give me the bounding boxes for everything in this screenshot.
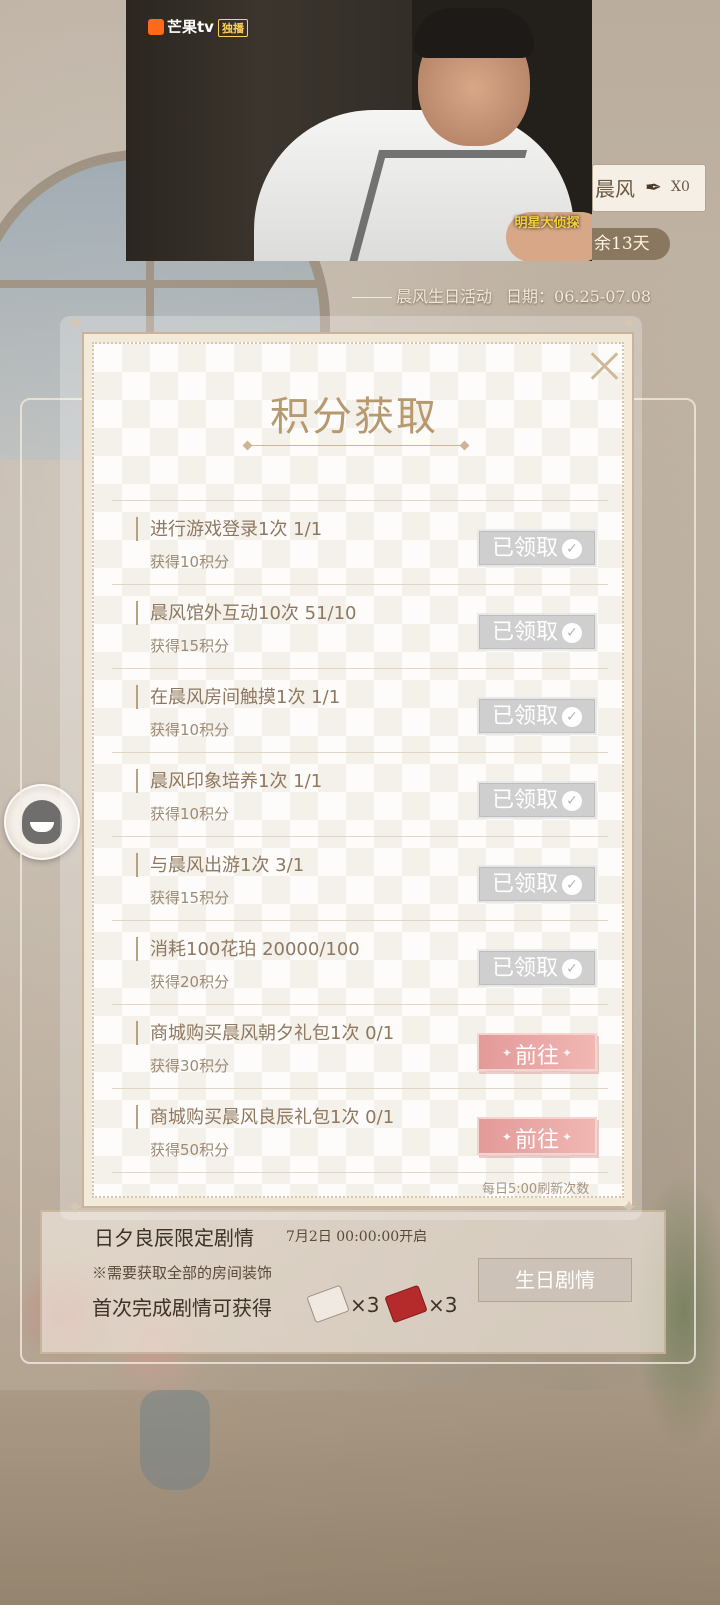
task-bar bbox=[136, 601, 138, 625]
date-label: 日期： bbox=[506, 287, 555, 306]
video-player[interactable]: 芒果tv 独播 明星大侦探 bbox=[126, 0, 592, 261]
sparkle-icon: ✦ bbox=[562, 1130, 573, 1144]
task-reward: 获得10积分 bbox=[150, 553, 230, 571]
task-row: 与晨风出游1次 3/1 获得15积分 已领取 ✓ bbox=[112, 837, 608, 921]
close-icon[interactable] bbox=[584, 346, 624, 386]
button-label: 前往 bbox=[514, 1044, 559, 1069]
banner-dash bbox=[352, 297, 392, 298]
corner-ornament-icon: ✦ bbox=[620, 311, 638, 335]
task-row: 商城购买晨风朝夕礼包1次 0/1 获得30积分 ✦ 前往 ✦ bbox=[112, 1005, 608, 1089]
task-row: 晨风馆外互动10次 51/10 获得15积分 已领取 ✓ bbox=[112, 585, 608, 669]
date-range: 06.25-07.08 bbox=[554, 287, 652, 306]
task-bar bbox=[136, 769, 138, 793]
sparkle-icon: ✦ bbox=[501, 1130, 512, 1144]
task-name: 进行游戏登录1次 1/1 bbox=[150, 519, 323, 540]
check-icon: ✓ bbox=[562, 539, 582, 559]
task-list: 进行游戏登录1次 1/1 获得10积分 已领取 ✓ 晨风馆外互动10次 51/10 获得1… bbox=[112, 500, 608, 1173]
sparkle-icon: ✦ bbox=[562, 1046, 573, 1060]
platform-logo-text: 芒果tv bbox=[167, 18, 214, 36]
check-icon: ✓ bbox=[562, 623, 582, 643]
story-panel: 日夕良辰限定剧情 7月2日 00:00:00开启 ※需要获取全部的房间装饰 首次… bbox=[40, 1210, 666, 1354]
task-row: 进行游戏登录1次 1/1 获得10积分 已领取 ✓ bbox=[112, 501, 608, 585]
story-title: 日夕良辰限定剧情 bbox=[94, 1226, 254, 1250]
task-reward: 获得30积分 bbox=[150, 1057, 230, 1075]
task-bar bbox=[136, 853, 138, 877]
platform-logo: 芒果tv 独播 bbox=[148, 16, 248, 37]
task-name: 商城购买晨风朝夕礼包1次 0/1 bbox=[150, 1023, 395, 1044]
character-name: 晨风 bbox=[595, 177, 635, 201]
show-logo: 明星大侦探 bbox=[514, 216, 580, 231]
claimed-button[interactable]: 已领取 ✓ bbox=[477, 949, 597, 987]
task-row: 商城购买晨风良辰礼包1次 0/1 获得50积分 ✦ 前往 ✦ bbox=[112, 1089, 608, 1173]
task-bar bbox=[136, 685, 138, 709]
task-reward: 获得20积分 bbox=[150, 973, 230, 991]
character-name-tag[interactable]: 晨风 ✒ X0 bbox=[592, 164, 706, 212]
task-row: 在晨风房间触摸1次 1/1 获得10积分 已领取 ✓ bbox=[112, 669, 608, 753]
story-open-time: 7月2日 00:00:00开启 bbox=[286, 1229, 428, 1245]
task-name: 消耗100花珀 20000/100 bbox=[150, 939, 360, 960]
task-row: 消耗100花珀 20000/100 获得20积分 已领取 ✓ bbox=[112, 921, 608, 1005]
sparkle-icon: ✦ bbox=[501, 1046, 512, 1060]
corner-ornament-icon: ✦ bbox=[66, 1195, 84, 1219]
days-left-badge: 余13天 bbox=[592, 228, 670, 260]
reward-count: ×3 bbox=[428, 1293, 458, 1317]
claimed-button[interactable]: 已领取 ✓ bbox=[477, 613, 597, 651]
claimed-button[interactable]: 已领取 ✓ bbox=[477, 781, 597, 819]
task-row: 晨风印象培养1次 1/1 获得10积分 已领取 ✓ bbox=[112, 753, 608, 837]
button-label: 前往 bbox=[514, 1128, 559, 1153]
reward-count: ×3 bbox=[350, 1293, 380, 1317]
task-name: 晨风馆外互动10次 51/10 bbox=[150, 603, 357, 624]
corner-ornament-icon: ✦ bbox=[66, 311, 84, 335]
go-button[interactable]: ✦ 前往 ✦ bbox=[477, 1117, 597, 1155]
task-bar bbox=[136, 937, 138, 961]
go-button[interactable]: ✦ 前往 ✦ bbox=[477, 1033, 597, 1071]
button-label: 已领取 bbox=[491, 620, 558, 645]
video-person-hair bbox=[414, 8, 534, 58]
reward-item-envelope: ×3 bbox=[384, 1284, 458, 1324]
task-reward: 获得10积分 bbox=[150, 805, 230, 823]
quill-icon: ✒ bbox=[645, 175, 662, 199]
claimed-button[interactable]: 已领取 ✓ bbox=[477, 529, 597, 567]
ticket-icon bbox=[306, 1284, 350, 1324]
check-icon: ✓ bbox=[562, 875, 582, 895]
task-name: 商城购买晨风良辰礼包1次 0/1 bbox=[150, 1107, 395, 1128]
button-label: 已领取 bbox=[491, 788, 558, 813]
task-bar bbox=[136, 1021, 138, 1045]
task-name: 晨风印象培养1次 1/1 bbox=[150, 771, 323, 792]
button-label: 已领取 bbox=[491, 536, 558, 561]
task-bar bbox=[136, 517, 138, 541]
button-label: 已领取 bbox=[491, 872, 558, 897]
story-note: ※需要获取全部的房间装饰 bbox=[92, 1264, 273, 1282]
check-icon: ✓ bbox=[562, 959, 582, 979]
task-name: 与晨风出游1次 3/1 bbox=[150, 855, 305, 876]
task-reward: 获得50积分 bbox=[150, 1141, 230, 1159]
mango-logo-icon bbox=[148, 19, 164, 35]
check-icon: ✓ bbox=[562, 707, 582, 727]
claimed-button[interactable]: 已领取 ✓ bbox=[477, 865, 597, 903]
task-name: 在晨风房间触摸1次 1/1 bbox=[150, 687, 341, 708]
task-bar bbox=[136, 1105, 138, 1129]
modal-title: 积分获取 bbox=[270, 394, 438, 440]
event-title: 晨风生日活动 bbox=[396, 287, 493, 306]
task-reward: 获得10积分 bbox=[150, 721, 230, 739]
title-divider bbox=[250, 445, 462, 446]
birthday-story-button[interactable]: 生日剧情 bbox=[478, 1258, 632, 1302]
button-label: 已领取 bbox=[491, 956, 558, 981]
check-icon: ✓ bbox=[562, 791, 582, 811]
task-reward: 获得15积分 bbox=[150, 637, 230, 655]
corner-ornament-icon: ✦ bbox=[620, 1195, 638, 1219]
claimed-button[interactable]: 已领取 ✓ bbox=[477, 697, 597, 735]
story-reward-label: 首次完成剧情可获得 bbox=[92, 1296, 272, 1320]
event-banner: 晨风生日活动 日期：06.25-07.08 bbox=[352, 283, 651, 307]
refresh-note: 每日5:00刷新次数 bbox=[482, 1182, 590, 1197]
button-label: 已领取 bbox=[491, 704, 558, 729]
task-reward: 获得15积分 bbox=[150, 889, 230, 907]
reward-item-ticket: ×3 bbox=[306, 1284, 380, 1324]
platform-badge: 独播 bbox=[217, 19, 248, 37]
red-envelope-icon bbox=[384, 1284, 428, 1324]
quill-count: X0 bbox=[671, 179, 690, 195]
